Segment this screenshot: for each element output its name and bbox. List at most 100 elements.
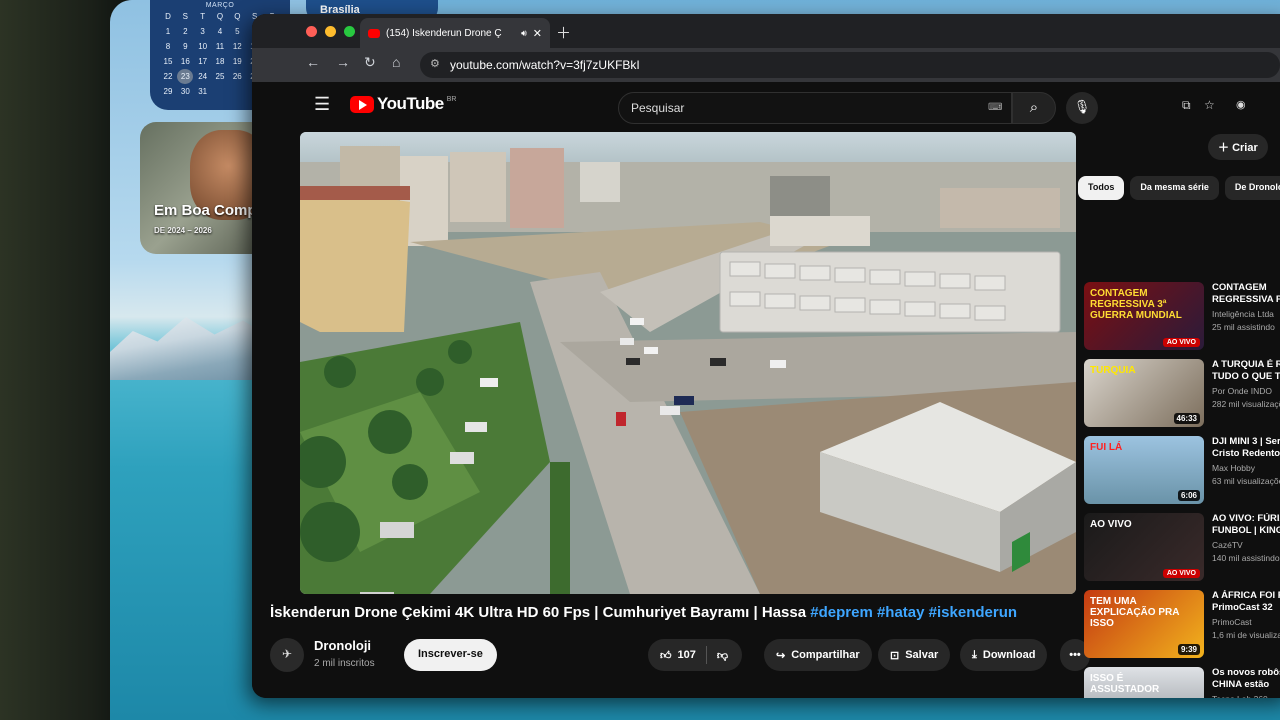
browser-tab[interactable]: (154) İskenderun Drone Ç 🔊︎ ✕ bbox=[360, 18, 550, 48]
calendar-day[interactable]: 5 bbox=[229, 24, 245, 39]
recommended-video[interactable]: TEM UMA EXPLICAÇÃO PRA ISSO 9:39 A ÁFRIC… bbox=[1084, 590, 1280, 662]
youtube-page: ☰ YouTube BR Pesquisar ⌨ ⌕ 🎙︎ ⧉ ☆ ◉ ＋ Cr… bbox=[252, 82, 1280, 698]
live-badge: AO VIVO bbox=[1162, 569, 1200, 578]
recommended-video[interactable]: TURQUIA 46:33 A TURQUIA É RICA? TUDO O Q… bbox=[1084, 359, 1280, 431]
calendar-day[interactable]: 1 bbox=[160, 24, 176, 39]
site-info-icon[interactable]: ⚙ bbox=[430, 57, 440, 70]
video-thumbnail[interactable]: FUI LÁ 6:06 bbox=[1084, 436, 1204, 504]
search-icon[interactable]: ⌕ bbox=[1012, 92, 1056, 124]
calendar-day[interactable]: 10 bbox=[195, 39, 211, 54]
recommended-channel[interactable]: Inteligência Ltda bbox=[1212, 309, 1274, 319]
youtube-favicon-icon bbox=[368, 28, 380, 38]
hashtag-link[interactable]: #iskenderun bbox=[929, 604, 1017, 621]
thumbnail-text: AO VIVO bbox=[1090, 519, 1132, 530]
recommended-video[interactable]: AO VIVO AO VIVO AO VIVO: FÚRIA FUNBOL | … bbox=[1084, 513, 1280, 585]
youtube-logo[interactable]: YouTube BR bbox=[350, 94, 456, 114]
dislike-icon[interactable]: 👎︎ bbox=[717, 649, 728, 662]
hashtag-link[interactable]: #deprem bbox=[810, 604, 873, 621]
video-thumbnail[interactable]: TURQUIA 46:33 bbox=[1084, 359, 1204, 427]
address-bar[interactable]: ⚙ youtube.com/watch?v=3fj7zUKFBkI bbox=[420, 52, 1280, 78]
back-icon[interactable]: ← bbox=[306, 54, 320, 70]
calendar-day[interactable]: 30 bbox=[177, 84, 193, 99]
close-window-button[interactable] bbox=[306, 26, 317, 37]
calendar-day[interactable]: 15 bbox=[160, 54, 176, 69]
recommended-video[interactable]: ISSO É ASSUSTADOR 24:43 Os novos robôs d… bbox=[1084, 667, 1280, 698]
video-player[interactable] bbox=[300, 132, 1076, 594]
calendar-day[interactable]: 16 bbox=[177, 54, 193, 69]
calendar-day[interactable]: 22 bbox=[160, 69, 176, 84]
recommended-title[interactable]: AO VIVO: FÚRIA FUNBOL | KINGS bbox=[1212, 513, 1280, 537]
calendar-day[interactable] bbox=[229, 84, 245, 99]
subscriber-count: 2 mil inscritos bbox=[314, 658, 375, 669]
download-icon: ⤓ bbox=[972, 648, 977, 661]
channel-avatar[interactable]: ✈︎ bbox=[270, 638, 304, 672]
calendar-day[interactable]: 19 bbox=[229, 54, 245, 69]
download-button[interactable]: ⤓ Download bbox=[960, 639, 1048, 671]
recommended-title[interactable]: A TURQUIA É RICA? TUDO O QUE TE bbox=[1212, 359, 1280, 383]
menu-icon[interactable]: ☰ bbox=[314, 94, 330, 115]
minimize-window-button[interactable] bbox=[325, 26, 336, 37]
video-thumbnail[interactable]: TEM UMA EXPLICAÇÃO PRA ISSO 9:39 bbox=[1084, 590, 1204, 658]
calendar-day[interactable]: 31 bbox=[195, 84, 211, 99]
share-button[interactable]: ↪ Compartilhar bbox=[764, 639, 872, 671]
calendar-day[interactable]: 29 bbox=[160, 84, 176, 99]
browser-window: (154) İskenderun Drone Ç 🔊︎ ✕ ＋ ← → ↻ ⌂ … bbox=[252, 14, 1280, 698]
keyboard-icon[interactable]: ⌨ bbox=[988, 102, 1002, 113]
recommended-channel[interactable]: Max Hobby bbox=[1212, 463, 1255, 473]
recommended-title[interactable]: Os novos robôs da CHINA estão bbox=[1212, 667, 1280, 691]
recommended-channel[interactable]: Tecno Lab 360 bbox=[1212, 694, 1268, 698]
extension-icon[interactable]: ◉ bbox=[1236, 98, 1246, 111]
recommended-channel[interactable]: CazéTV bbox=[1212, 540, 1243, 550]
chip-all[interactable]: Todos bbox=[1078, 176, 1125, 200]
maximize-window-button[interactable] bbox=[344, 26, 355, 37]
recommended-title[interactable]: A ÁFRICA FOI RICA? PrimoCast 32 bbox=[1212, 590, 1280, 614]
hashtag-link[interactable]: #hatay bbox=[877, 604, 925, 621]
recommended-title[interactable]: DJI MINI 3 | Serra Cristo Redentor bbox=[1212, 436, 1280, 460]
search-input[interactable]: Pesquisar bbox=[618, 92, 1012, 124]
calendar-day[interactable]: 11 bbox=[212, 39, 228, 54]
chip-from-channel[interactable]: De Dronoloji bbox=[1224, 176, 1280, 200]
video-title-text: İskenderun Drone Çekimi 4K Ultra HD 60 F… bbox=[270, 604, 807, 621]
calendar-day[interactable]: 24 bbox=[195, 69, 211, 84]
bookmark-star-icon[interactable]: ☆ bbox=[1204, 98, 1215, 112]
chip-same-series[interactable]: Da mesma série bbox=[1130, 176, 1219, 200]
calendar-day[interactable]: 17 bbox=[195, 54, 211, 69]
close-tab-icon[interactable]: ✕ bbox=[533, 27, 542, 40]
calendar-day[interactable]: 12 bbox=[229, 39, 245, 54]
calendar-day[interactable]: 8 bbox=[160, 39, 176, 54]
create-button[interactable]: ＋ Criar bbox=[1208, 134, 1268, 160]
calendar-day[interactable]: 23 bbox=[177, 69, 194, 84]
recommended-channel[interactable]: PrimoCast bbox=[1212, 617, 1252, 627]
cast-icon[interactable]: ⧉ bbox=[1182, 98, 1191, 113]
tab-title: (154) İskenderun Drone Ç bbox=[386, 27, 502, 39]
recommended-video[interactable]: FUI LÁ 6:06 DJI MINI 3 | Serra Cristo Re… bbox=[1084, 436, 1280, 508]
home-icon[interactable]: ⌂ bbox=[392, 54, 400, 70]
like-icon[interactable]: 👍︎ bbox=[660, 649, 672, 662]
save-button[interactable]: ⊡ Salvar bbox=[878, 639, 951, 671]
subscribe-button[interactable]: Inscrever-se bbox=[404, 639, 497, 671]
calendar-day[interactable]: 2 bbox=[177, 24, 193, 39]
channel-name[interactable]: Dronoloji bbox=[314, 638, 371, 653]
video-thumbnail[interactable]: CONTAGEM REGRESSIVA 3ª GUERRA MUNDIAL AO… bbox=[1084, 282, 1204, 350]
calendar-day[interactable] bbox=[212, 84, 228, 99]
forward-icon[interactable]: → bbox=[336, 54, 350, 70]
weekday: T bbox=[200, 12, 206, 21]
calendar-day[interactable]: 4 bbox=[212, 24, 228, 39]
thumbnail-text: CONTAGEM REGRESSIVA 3ª GUERRA MUNDIAL bbox=[1090, 288, 1182, 321]
new-tab-icon[interactable]: ＋ bbox=[556, 22, 571, 43]
calendar-day[interactable]: 9 bbox=[177, 39, 193, 54]
weekday: S bbox=[182, 12, 188, 21]
calendar-day[interactable]: 18 bbox=[212, 54, 228, 69]
video-thumbnail[interactable]: AO VIVO AO VIVO bbox=[1084, 513, 1204, 581]
recommended-video[interactable]: CONTAGEM REGRESSIVA 3ª GUERRA MUNDIAL AO… bbox=[1084, 282, 1280, 354]
reload-icon[interactable]: ↻ bbox=[364, 54, 376, 71]
calendar-day[interactable]: 26 bbox=[229, 69, 245, 84]
calendar-day[interactable]: 25 bbox=[212, 69, 228, 84]
like-count[interactable]: 107 bbox=[678, 649, 696, 661]
speaker-icon[interactable]: 🔊︎ bbox=[521, 28, 527, 39]
video-thumbnail[interactable]: ISSO É ASSUSTADOR 24:43 bbox=[1084, 667, 1204, 698]
mic-icon[interactable]: 🎙︎ bbox=[1066, 92, 1098, 124]
calendar-day[interactable]: 3 bbox=[195, 24, 211, 39]
recommended-title[interactable]: CONTAGEM REGRESSIVA PARA O APOCALIPSE: D… bbox=[1212, 282, 1280, 306]
recommended-channel[interactable]: Por Onde INDO bbox=[1212, 386, 1272, 396]
